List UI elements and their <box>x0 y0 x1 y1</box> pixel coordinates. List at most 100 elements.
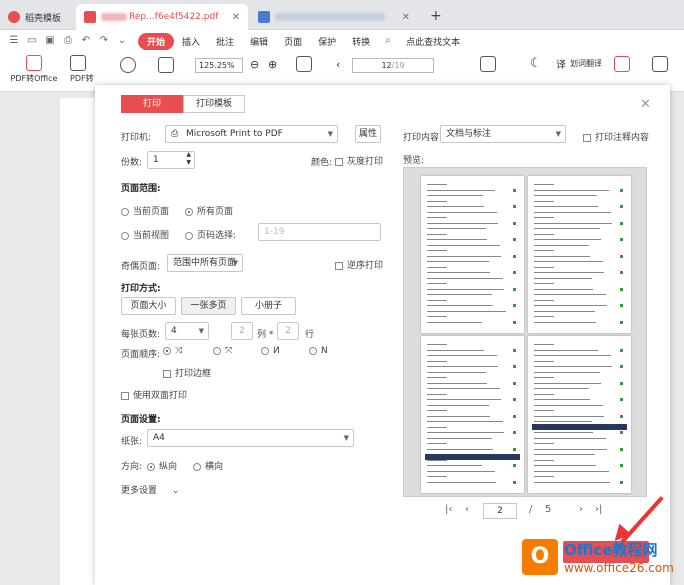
mode-booklet-button[interactable]: 小册子 <box>241 297 296 315</box>
preview-text-line <box>534 476 554 478</box>
preview-checkmark <box>513 414 516 418</box>
preview-text-line <box>427 277 503 279</box>
order-vertical-reverse[interactable]: N <box>309 346 328 356</box>
paper-select[interactable]: A4 ▼ <box>147 429 354 447</box>
undo-icon[interactable]: ↶ <box>80 35 92 47</box>
mode-page-size-button[interactable]: 页面大小 <box>121 297 176 315</box>
next-page-icon[interactable]: › <box>579 504 583 515</box>
preview-checkmark <box>620 414 623 418</box>
printer-select[interactable]: ⎙ Microsoft Print to PDF ▼ <box>165 125 338 143</box>
stepper-arrows-icon[interactable]: ▲ ▼ <box>186 151 191 167</box>
order-horizontal[interactable]: ⤨ <box>163 346 182 356</box>
preview-text-line <box>534 377 554 379</box>
save-icon[interactable]: ▣ <box>44 35 56 47</box>
menu-protect[interactable]: 保护 <box>310 35 344 48</box>
close-icon[interactable]: ✕ <box>402 12 410 23</box>
odd-even-label: 奇偶页面: <box>121 262 161 272</box>
redacted-text <box>275 13 385 21</box>
columns-input[interactable]: 2 <box>231 322 253 340</box>
word-translate-button[interactable]: 划词翻译 <box>570 58 602 69</box>
tab-pdf-document[interactable]: Rep...f6e4f5422.pdf ✕ <box>76 4 248 30</box>
grayscale-checkbox[interactable]: 灰度打印 <box>335 154 383 167</box>
preview-checkmark <box>513 221 516 225</box>
order-vertical[interactable]: И <box>261 346 280 356</box>
reverse-print-checkbox[interactable]: 逆序打印 <box>335 258 383 271</box>
radio-all-pages[interactable]: 所有页面 <box>185 204 233 217</box>
duplex-checkbox[interactable]: 使用双面打印 <box>121 388 187 401</box>
prev-page-icon[interactable]: ‹ <box>336 58 340 71</box>
tab-bar: 稻壳模板 Rep...f6e4f5422.pdf ✕ ✕ + <box>0 0 684 30</box>
preview-text-line <box>534 255 590 257</box>
preview-checkmark <box>513 398 516 401</box>
print-comments-checkbox[interactable]: 打印注释内容 <box>583 130 649 143</box>
page-number-input[interactable]: 12/19 <box>352 58 434 73</box>
tab-print[interactable]: 打印 <box>121 95 183 113</box>
play-icon[interactable] <box>120 57 136 73</box>
copies-stepper[interactable]: 1 ▲ ▼ <box>147 151 195 169</box>
last-page-icon[interactable]: ›| <box>595 504 602 515</box>
menu-page[interactable]: 页面 <box>276 35 310 48</box>
fit-page-icon[interactable] <box>480 56 496 72</box>
radio-current-page[interactable]: 当前页面 <box>121 204 169 217</box>
bookmark-icon[interactable] <box>614 56 630 72</box>
pdf-to-button[interactable]: PDF转 <box>70 55 100 84</box>
preview-text-line <box>534 233 554 235</box>
chevron-down-icon: ▼ <box>555 130 561 138</box>
mode-multi-page-button[interactable]: 一张多页 <box>181 297 236 315</box>
print-content-select[interactable]: 文档与标注 ▼ <box>440 125 566 143</box>
print-border-checkbox[interactable]: 打印边框 <box>163 366 211 379</box>
zoom-out-icon[interactable]: ⊖ <box>250 58 259 71</box>
tab-redacted[interactable]: ✕ <box>250 4 418 30</box>
properties-button[interactable]: 属性 <box>355 125 381 143</box>
pdf-to-office-button[interactable]: PDF转Office <box>6 55 62 84</box>
close-icon[interactable]: ✕ <box>232 12 240 23</box>
menu-insert[interactable]: 插入 <box>174 35 208 48</box>
more-settings-link[interactable]: 更多设置 ⌄ <box>121 483 179 496</box>
radio-current-view[interactable]: 当前视图 <box>121 228 169 241</box>
preview-text-line <box>427 184 447 186</box>
screenshot-icon[interactable] <box>652 56 668 72</box>
menu-home[interactable]: 开始 <box>138 32 175 50</box>
preview-text-line <box>427 388 500 390</box>
preview-header-bar <box>425 454 520 460</box>
radio-landscape[interactable]: 横向 <box>193 459 223 472</box>
tab-print-template[interactable]: 打印模板 <box>183 95 245 113</box>
prev-page-icon[interactable]: ‹ <box>465 504 469 515</box>
rows-input[interactable]: 2 <box>277 322 299 340</box>
night-mode-icon[interactable]: ☾ <box>530 56 542 71</box>
preview-text-line <box>534 266 554 268</box>
new-tab-icon[interactable]: + <box>430 8 442 24</box>
menu-bar: ☰ ▭ ▣ ⎙ ↶ ↷ ⌄ 开始 插入 批注 编辑 页面 保护 转换 ⌕ 点此查… <box>0 30 684 52</box>
preview-checkmark <box>620 381 623 385</box>
menu-edit[interactable]: 编辑 <box>242 35 276 48</box>
radio-portrait[interactable]: 纵向 <box>147 459 177 472</box>
menu-icon[interactable]: ☰ <box>8 35 20 47</box>
zoom-input[interactable]: 125.25% <box>195 58 243 73</box>
close-icon[interactable]: ✕ <box>640 97 651 112</box>
tab-docer-templates[interactable]: 稻壳模板 <box>0 4 74 30</box>
print-icon[interactable]: ⎙ <box>62 35 74 47</box>
chevron-down-icon: ▼ <box>232 259 238 267</box>
pages-per-sheet-select[interactable]: 4 ▼ <box>165 322 209 340</box>
book-view-icon[interactable] <box>158 57 174 73</box>
preview-checkmark <box>513 287 516 291</box>
find-text-search[interactable]: 点此查找文本 <box>400 35 460 48</box>
preview-text-line <box>427 228 486 230</box>
dropdown-icon[interactable]: ⌄ <box>116 35 128 47</box>
folder-icon[interactable]: ▭ <box>26 35 38 47</box>
preview-page-input[interactable]: 2 <box>483 503 517 519</box>
rotate-icon[interactable] <box>296 56 312 72</box>
preview-text-line <box>427 470 495 472</box>
odd-even-select[interactable]: 范围中所有页面 ▼ <box>167 254 243 272</box>
page-select-input[interactable]: 1-19 <box>258 223 381 241</box>
menu-comment[interactable]: 批注 <box>208 35 242 48</box>
pager-separator: / <box>529 504 533 515</box>
preview-text-line <box>534 443 554 445</box>
zoom-in-icon[interactable]: ⊕ <box>268 58 277 71</box>
redo-icon[interactable]: ↷ <box>98 35 110 47</box>
first-page-icon[interactable]: |‹ <box>445 504 452 515</box>
radio-page-select[interactable]: 页码选择: <box>185 228 236 241</box>
menu-convert[interactable]: 转换 <box>344 35 378 48</box>
order-horizontal-reverse[interactable]: ⤧ <box>213 346 232 356</box>
pages-per-sheet-label: 每张页数: <box>121 330 161 340</box>
